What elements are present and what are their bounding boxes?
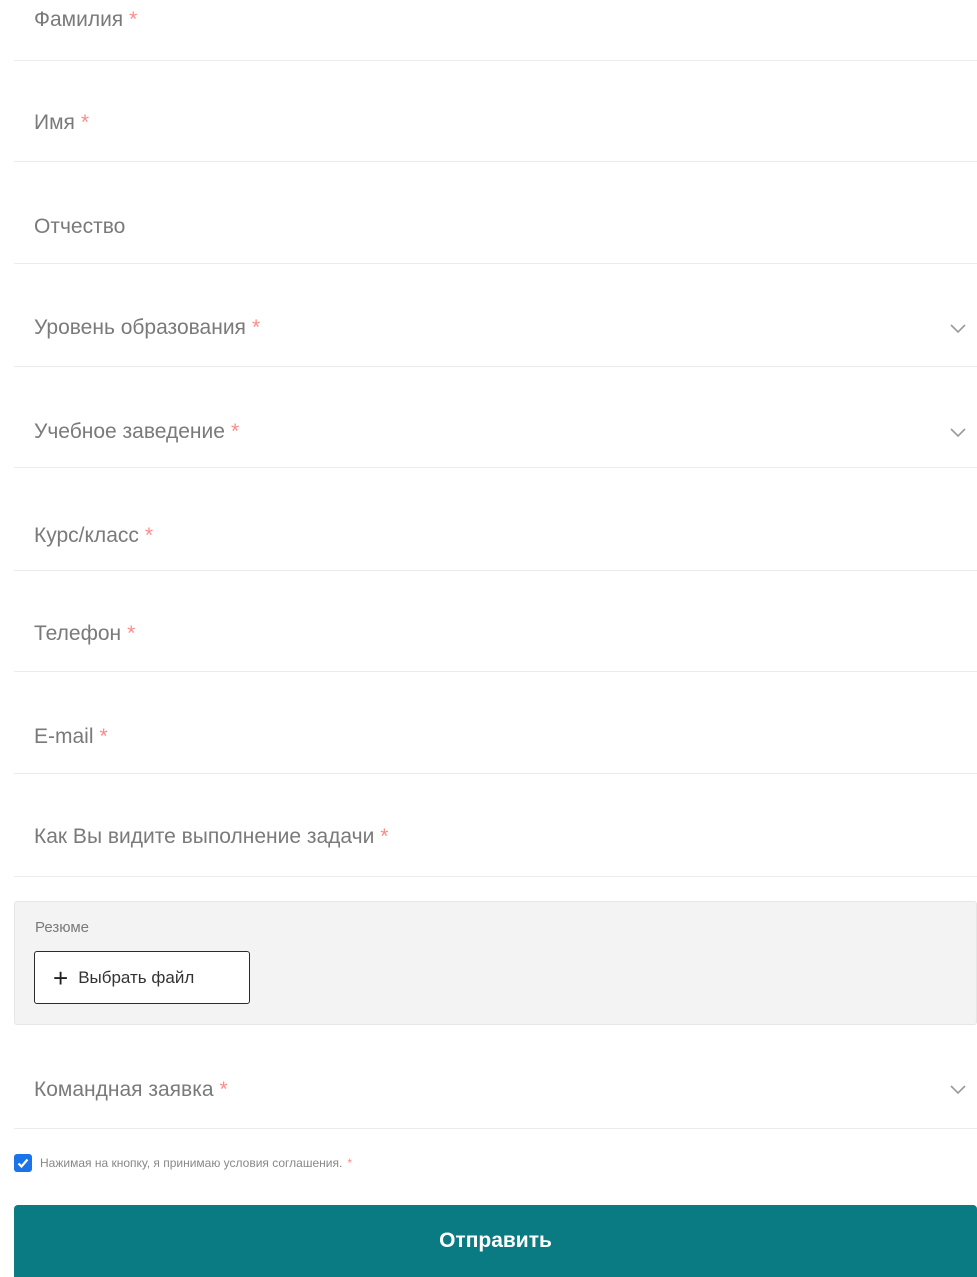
required-mark: * bbox=[80, 111, 90, 134]
chevron-down-icon bbox=[950, 1085, 966, 1095]
check-icon bbox=[17, 1158, 29, 1169]
institution-select[interactable]: Учебное заведение * bbox=[14, 367, 977, 468]
choose-file-label: Выбрать файл bbox=[78, 967, 195, 987]
required-mark: * bbox=[380, 825, 389, 848]
chevron-down-icon bbox=[950, 428, 966, 438]
required-mark: * bbox=[219, 1078, 228, 1101]
patronymic-label: Отчество bbox=[34, 215, 126, 238]
required-mark: * bbox=[129, 8, 138, 31]
course-class-label: Курс/класс * bbox=[34, 524, 154, 547]
required-mark: * bbox=[347, 1156, 352, 1170]
choose-file-button[interactable]: + Выбрать файл bbox=[34, 951, 250, 1004]
first-name-label: Имя * bbox=[34, 111, 90, 134]
institution-label: Учебное заведение * bbox=[34, 420, 240, 443]
consent-checkbox[interactable] bbox=[14, 1154, 32, 1172]
email-label: E-mail * bbox=[34, 725, 108, 748]
consent-label: Нажимая на кнопку, я принимаю условия со… bbox=[40, 1156, 352, 1170]
submit-button[interactable]: Отправить bbox=[14, 1205, 977, 1277]
team-request-select[interactable]: Командная заявка * bbox=[14, 1026, 977, 1129]
phone-field[interactable]: Телефон * bbox=[14, 571, 977, 672]
required-mark: * bbox=[251, 316, 261, 339]
chevron-down-icon bbox=[950, 324, 966, 334]
last-name-field[interactable]: Фамилия * bbox=[14, 0, 977, 61]
required-mark: * bbox=[144, 524, 154, 547]
education-level-label: Уровень образования * bbox=[34, 316, 261, 339]
required-mark: * bbox=[230, 420, 240, 443]
email-field[interactable]: E-mail * bbox=[14, 672, 977, 774]
consent-row: Нажимая на кнопку, я принимаю условия со… bbox=[14, 1152, 352, 1174]
education-level-select[interactable]: Уровень образования * bbox=[14, 264, 977, 367]
team-request-label: Командная заявка * bbox=[34, 1078, 228, 1101]
task-vision-field[interactable]: Как Вы видите выполнение задачи * bbox=[14, 774, 977, 877]
required-mark: * bbox=[99, 725, 108, 748]
plus-icon: + bbox=[53, 962, 69, 993]
patronymic-field[interactable]: Отчество bbox=[14, 162, 977, 264]
resume-label: Резюме bbox=[35, 919, 89, 936]
last-name-label: Фамилия * bbox=[34, 8, 138, 31]
course-class-field[interactable]: Курс/класс * bbox=[14, 468, 977, 571]
task-vision-label: Как Вы видите выполнение задачи * bbox=[34, 825, 389, 848]
required-mark: * bbox=[127, 622, 136, 645]
first-name-field[interactable]: Имя * bbox=[14, 61, 977, 162]
resume-upload: Резюме + Выбрать файл bbox=[14, 901, 977, 1025]
phone-label: Телефон * bbox=[34, 622, 136, 645]
